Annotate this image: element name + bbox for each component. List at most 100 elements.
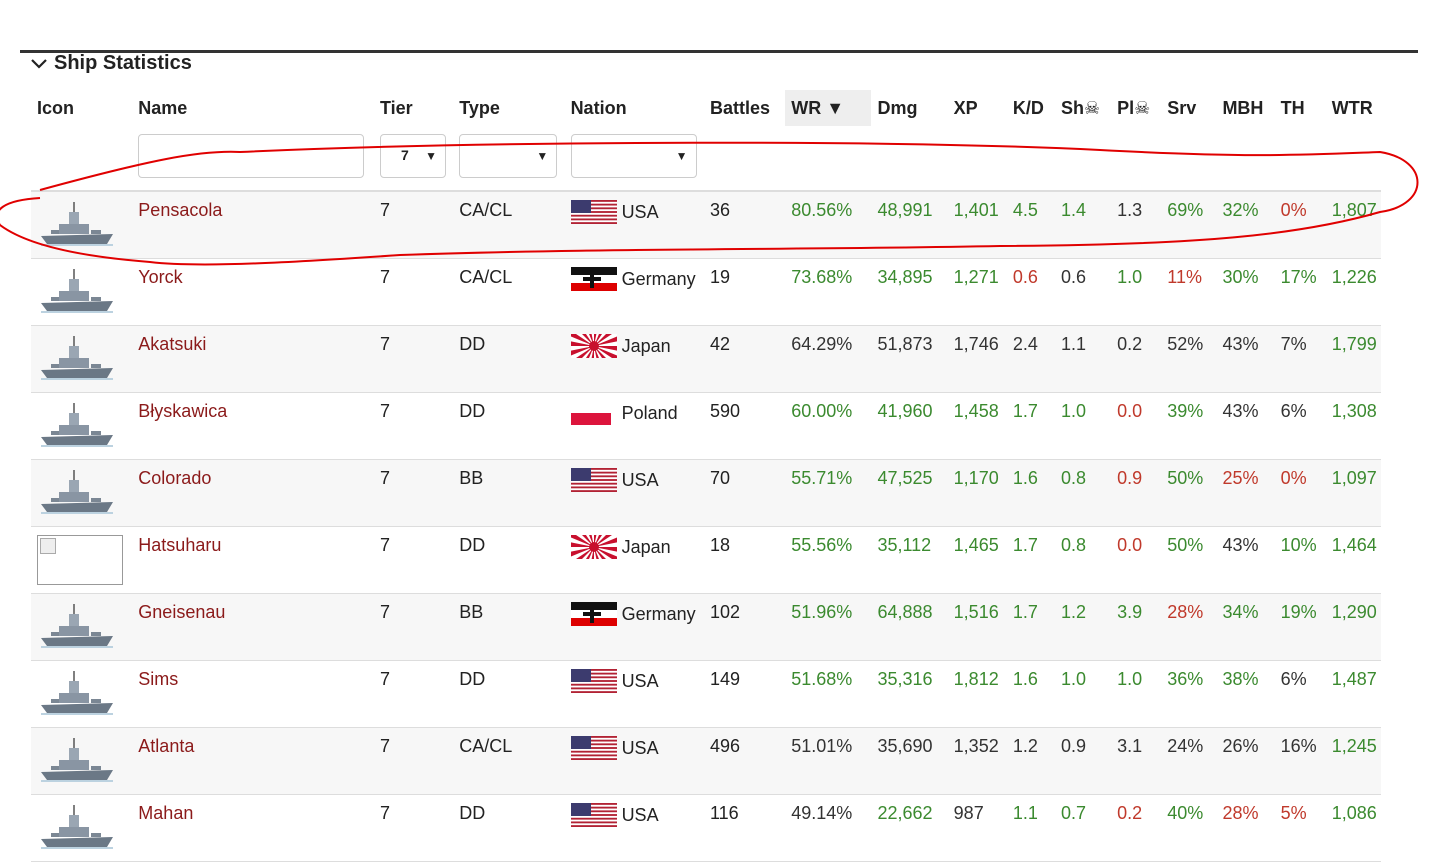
sh-cell: 0.8 [1054,459,1112,527]
dmg-cell: 35,112 [871,526,948,594]
srv-cell: 50% [1161,526,1217,594]
ship-name-link[interactable]: Colorado [132,459,374,527]
nation-cell: Germany [564,258,704,326]
col-kd[interactable]: K/D [1007,90,1055,126]
col-pl[interactable]: Pl☠ [1111,90,1161,126]
table-row[interactable]: Colorado 7 BB USA 70 55.71% 47,525 1,170 1.6 0.8 0… [31,459,1381,527]
usa-flag-icon [570,200,617,224]
col-dmg[interactable]: Dmg [871,90,947,126]
ship-icon [41,604,113,648]
table-row[interactable]: Akatsuki 7 DD Japan 42 64.29% 51,873 1,746 2.4 1.… [31,325,1381,393]
mbh-cell: 26% [1216,727,1275,795]
xp-cell: 1,352 [947,727,1007,795]
ship-name-link[interactable]: Gneisenau [132,593,374,661]
mbh-cell: 38% [1216,660,1275,728]
germany-flag-icon [570,267,617,291]
nation-label: Germany [621,603,696,624]
col-name[interactable]: Name [132,90,374,126]
nation-cell: USA [564,191,704,259]
tier-filter-select[interactable]: 7 ▼ [380,134,446,178]
name-filter-input[interactable] [138,134,365,178]
sh-cell: 0.9 [1054,727,1112,795]
col-icon[interactable]: Icon [31,90,132,126]
table-row[interactable]: Błyskawica 7 DD Poland 590 60.00% 41,960 1,458 1… [31,392,1381,460]
dmg-cell: 41,960 [871,392,948,460]
chevron-down-icon [31,58,47,69]
th-cell: 0% [1274,459,1326,527]
kd-cell: 1.1 [1006,794,1055,862]
col-tier[interactable]: Tier [374,90,453,126]
nation: Germany [570,267,698,291]
nation: Germany [570,602,698,626]
wtr-cell: 1,807 [1325,191,1381,259]
wtr-cell: 1,245 [1325,727,1381,795]
col-wr[interactable]: WR ▼ [785,90,872,126]
table-row[interactable]: Mahan 7 DD USA 116 49.14% 22,662 987 1.1 0.7 0.2 40… [31,794,1381,862]
ship-icon [41,403,113,447]
wtr-cell: 1,226 [1325,258,1381,326]
srv-cell: 28% [1161,593,1217,661]
col-nation[interactable]: Nation [565,90,704,126]
tier-cell: 7 [374,660,454,728]
col-sh[interactable]: Sh☠ [1055,90,1111,126]
ship-name-link[interactable]: Pensacola [132,191,374,259]
ship-name-link[interactable]: Sims [132,660,374,728]
ship-name-link[interactable]: Yorck [132,258,374,326]
col-srv[interactable]: Srv [1161,90,1216,126]
pl-cell: 0.9 [1111,459,1162,527]
th-cell: 6% [1274,392,1326,460]
nation: USA [570,200,698,224]
table-row[interactable]: Atlanta 7 CA/CL USA 496 51.01% 35,690 1,352 1.2 0… [31,727,1381,795]
ship-icon [41,336,113,380]
kd-cell: 1.7 [1006,526,1055,594]
mbh-cell: 30% [1216,258,1275,326]
wtr-cell: 1,464 [1325,526,1381,594]
tier-cell: 7 [374,258,454,326]
ship-name-link[interactable]: Atlanta [132,727,374,795]
pl-cell: 3.9 [1111,593,1162,661]
table-row[interactable]: Sims 7 DD USA 149 51.68% 35,316 1,812 1.6 1.0 1.0 3… [31,660,1381,728]
th-cell: 19% [1274,593,1326,661]
srv-cell: 24% [1161,727,1217,795]
section-toggle[interactable]: Ship Statistics [30,52,192,75]
wr-cell: 80.56% [785,191,872,259]
nation-cell: Germany [564,593,704,661]
xp-cell: 1,401 [947,191,1007,259]
type-cell: DD [453,392,565,460]
col-battles[interactable]: Battles [704,90,785,126]
col-th[interactable]: TH [1275,90,1326,126]
col-mbh[interactable]: MBH [1216,90,1274,126]
section-title: Ship Statistics [54,52,192,74]
table-row[interactable]: Yorck 7 CA/CL Germany 19 73.68% 34,895 1,271 0.… [31,258,1381,326]
ship-icon-cell [31,258,133,326]
col-type[interactable]: Type [453,90,564,126]
ship-name-link[interactable]: Akatsuki [132,325,374,393]
ship-name-link[interactable]: Błyskawica [132,392,374,460]
kd-cell: 1.2 [1006,727,1055,795]
japan-flag-icon [570,334,617,358]
pl-cell: 3.1 [1111,727,1162,795]
col-wtr[interactable]: WTR [1326,90,1381,126]
ship-icon-cell [31,593,133,661]
ship-icon-cell [31,660,133,728]
ship-name-link[interactable]: Hatsuharu [132,526,374,594]
col-xp[interactable]: XP [948,90,1007,126]
sh-cell: 0.8 [1054,526,1112,594]
type-filter-select[interactable]: ▼ [459,134,558,178]
dmg-cell: 51,873 [871,325,948,393]
filter-row: 7 ▼ ▼ ▼ [31,126,1381,192]
header-row: Icon Name Tier Type Nation Battles WR ▼ … [31,90,1381,126]
mbh-cell: 28% [1216,794,1275,862]
srv-cell: 11% [1161,258,1217,326]
table-row[interactable]: Gneisenau 7 BB Germany 102 51.96% 64,888 1,516… [31,593,1381,661]
ship-name-link[interactable]: Mahan [132,794,374,862]
table-row[interactable]: Pensacola 7 CA/CL USA 36 80.56% 48,991 1,401 4.5… [31,191,1381,259]
battles-cell: 42 [703,325,786,393]
wr-cell: 51.01% [785,727,872,795]
pl-cell: 0.2 [1111,325,1162,393]
table-row[interactable]: Hatsuharu 7 DD Japan 18 55.56% 35,112 1,465 1.7 0… [31,526,1381,594]
nation-filter-select[interactable]: ▼ [570,134,697,178]
kd-cell: 0.6 [1006,258,1055,326]
ship-icon [41,269,113,313]
type-cell: BB [453,459,565,527]
